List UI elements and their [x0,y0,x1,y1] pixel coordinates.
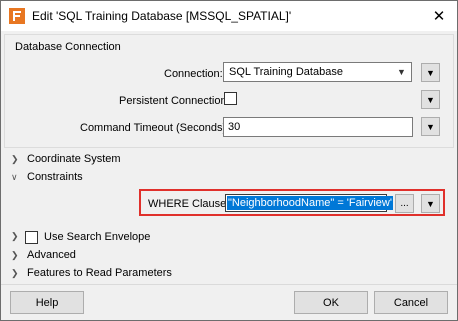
section-use-search-envelope[interactable]: ❯ [11,231,23,242]
chevron-right-icon: ❯ [11,267,19,278]
triangle-down-icon: ▼ [426,121,435,132]
where-clause-label: WHERE Clause: [148,198,230,210]
use-search-envelope-label: Use Search Envelope [44,231,151,243]
where-clause-ellipsis-button[interactable]: ... [395,194,414,213]
help-button[interactable]: Help [10,291,84,314]
edit-dialog: Edit 'SQL Training Database [MSSQL_SPATI… [0,0,458,321]
chevron-down-icon: ∨ [11,171,18,182]
command-timeout-value: 30 [228,121,241,133]
ok-button[interactable]: OK [294,291,368,314]
cancel-button[interactable]: Cancel [374,291,448,314]
where-clause-value: "NeighborhoodName" = 'Fairview' [227,196,393,210]
fme-app-icon [9,8,25,24]
window-title: Edit 'SQL Training Database [MSSQL_SPATI… [32,9,292,23]
section-advanced[interactable]: ❯ Advanced [11,249,76,261]
title-bar: Edit 'SQL Training Database [MSSQL_SPATI… [1,1,457,31]
chevron-right-icon: ❯ [11,153,19,164]
connection-menu-button[interactable]: ▼ [421,63,440,82]
command-timeout-input[interactable]: 30 [223,117,413,137]
persistent-menu-button[interactable]: ▼ [421,90,440,109]
where-clause-input[interactable]: "NeighborhoodName" = 'Fairview' [225,194,393,212]
where-clause-menu-button[interactable]: ▼ [421,194,440,213]
connection-dropdown[interactable]: SQL Training Database ▼ [223,62,412,82]
connection-label: Connection: [164,68,223,80]
section-constraints[interactable]: ∨ Constraints [11,171,83,183]
triangle-down-icon: ▼ [426,198,435,209]
close-icon[interactable]: ✕ [421,1,457,31]
persistent-connection-label: Persistent Connection: [119,95,230,107]
constraints-label: Constraints [27,171,83,183]
persistent-connection-checkbox[interactable] [224,92,237,105]
command-timeout-label: Command Timeout (Seconds): [80,122,230,134]
use-search-envelope-checkbox[interactable] [25,231,38,244]
advanced-label: Advanced [27,249,76,261]
timeout-menu-button[interactable]: ▼ [421,117,440,136]
chevron-right-icon: ❯ [11,249,19,260]
coordinate-system-label: Coordinate System [27,153,121,165]
footer-divider [1,284,457,285]
database-connection-title: Database Connection [15,41,121,53]
triangle-down-icon: ▼ [426,67,435,78]
features-to-read-label: Features to Read Parameters [27,267,172,279]
chevron-right-icon: ❯ [11,231,19,241]
section-coordinate-system[interactable]: ❯ Coordinate System [11,153,121,165]
chevron-down-icon: ▼ [397,67,406,77]
connection-value: SQL Training Database [229,66,343,78]
section-features-to-read[interactable]: ❯ Features to Read Parameters [11,267,172,279]
triangle-down-icon: ▼ [426,94,435,105]
